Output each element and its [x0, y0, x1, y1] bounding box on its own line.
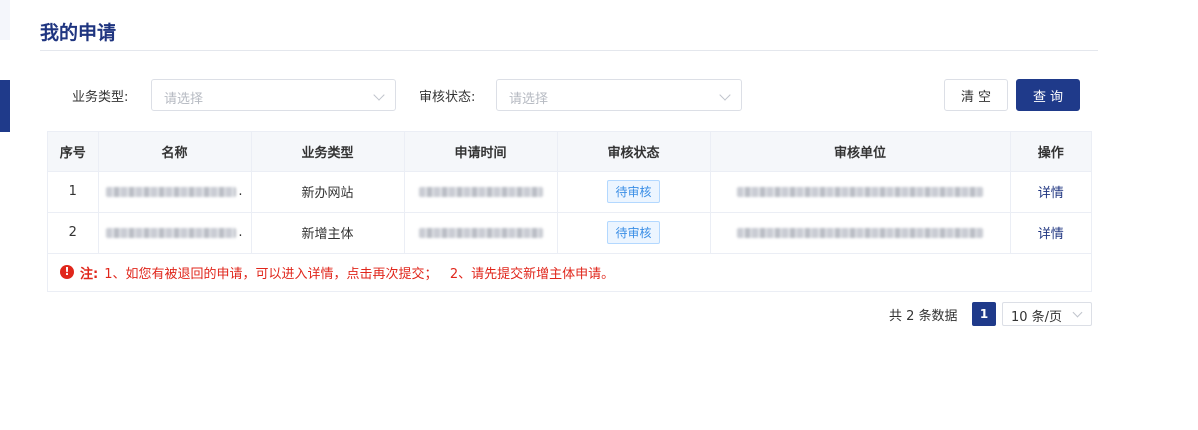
- table-header-row: 序号 名称 业务类型 申请时间 审核状态 审核单位 操作: [48, 132, 1091, 172]
- page-title: 我的申请: [40, 22, 117, 44]
- column-header-business-type: 业务类型: [251, 132, 405, 172]
- name-suffix: .: [238, 225, 243, 240]
- row-name: .: [98, 171, 252, 213]
- column-header-review-unit: 审核单位: [710, 132, 1011, 172]
- page-size-select[interactable]: 10 条/页: [1002, 302, 1092, 326]
- applications-table: 序号 名称 业务类型 申请时间 审核状态 审核单位 操作 1 . 新办网站 待审…: [47, 131, 1092, 292]
- pagination-total: 共 2 条数据: [889, 309, 958, 324]
- status-badge: 待审核: [607, 180, 660, 203]
- page-size-value: 10 条/页: [1011, 310, 1063, 325]
- clear-button[interactable]: 清空: [944, 79, 1008, 111]
- chevron-down-icon: [1072, 307, 1083, 318]
- row-name: .: [98, 212, 252, 254]
- row-apply-time: [404, 171, 558, 213]
- row-apply-time: [404, 212, 558, 254]
- redacted-review-unit: [737, 186, 983, 197]
- redacted-name: [106, 186, 237, 197]
- table-note: ! 注: 1、如您有被退回的申请，可以进入详情，点击再次提交； 2、请先提交新增…: [48, 253, 1091, 291]
- row-action: 详情: [1010, 171, 1091, 213]
- left-nav-strip: [0, 0, 10, 40]
- table-row: 1 . 新办网站 待审核 详情: [48, 171, 1091, 213]
- redacted-review-unit: [737, 227, 983, 238]
- left-nav-active-indicator: [0, 80, 10, 132]
- chevron-down-icon: [719, 89, 731, 101]
- review-status-placeholder: 请选择: [509, 92, 549, 107]
- column-header-action: 操作: [1010, 132, 1091, 172]
- name-suffix: .: [238, 184, 243, 199]
- redacted-apply-time: [418, 227, 543, 238]
- redacted-apply-time: [418, 186, 543, 197]
- pagination-page-button[interactable]: 1: [972, 302, 996, 326]
- row-index: 2: [48, 212, 99, 254]
- column-header-index: 序号: [48, 132, 99, 172]
- business-type-label: 业务类型:: [72, 90, 129, 105]
- details-link[interactable]: 详情: [1038, 227, 1064, 242]
- row-business-type: 新办网站: [251, 171, 405, 213]
- column-header-apply-time: 申请时间: [404, 132, 558, 172]
- business-type-placeholder: 请选择: [164, 92, 204, 107]
- business-type-select[interactable]: 请选择: [151, 79, 396, 111]
- table-row: 2 . 新增主体 待审核 详情: [48, 212, 1091, 254]
- column-header-review-status: 审核状态: [557, 132, 711, 172]
- warning-icon: !: [60, 265, 74, 279]
- chevron-down-icon: [373, 89, 385, 101]
- row-review-unit: [710, 171, 1011, 213]
- row-action: 详情: [1010, 212, 1091, 254]
- status-badge: 待审核: [607, 221, 660, 244]
- row-review-status: 待审核: [557, 171, 711, 213]
- query-button[interactable]: 查询: [1016, 79, 1080, 111]
- column-header-name: 名称: [98, 132, 252, 172]
- row-review-unit: [710, 212, 1011, 254]
- details-link[interactable]: 详情: [1038, 186, 1064, 201]
- redacted-name: [106, 227, 237, 238]
- row-index: 1: [48, 171, 99, 213]
- row-business-type: 新增主体: [251, 212, 405, 254]
- review-status-select[interactable]: 请选择: [496, 79, 742, 111]
- title-divider: [40, 50, 1098, 51]
- note-text: 1、如您有被退回的申请，可以进入详情，点击再次提交； 2、请先提交新增主体申请。: [104, 266, 615, 282]
- note-label: 注:: [80, 266, 99, 282]
- row-review-status: 待审核: [557, 212, 711, 254]
- review-status-label: 审核状态:: [419, 90, 476, 105]
